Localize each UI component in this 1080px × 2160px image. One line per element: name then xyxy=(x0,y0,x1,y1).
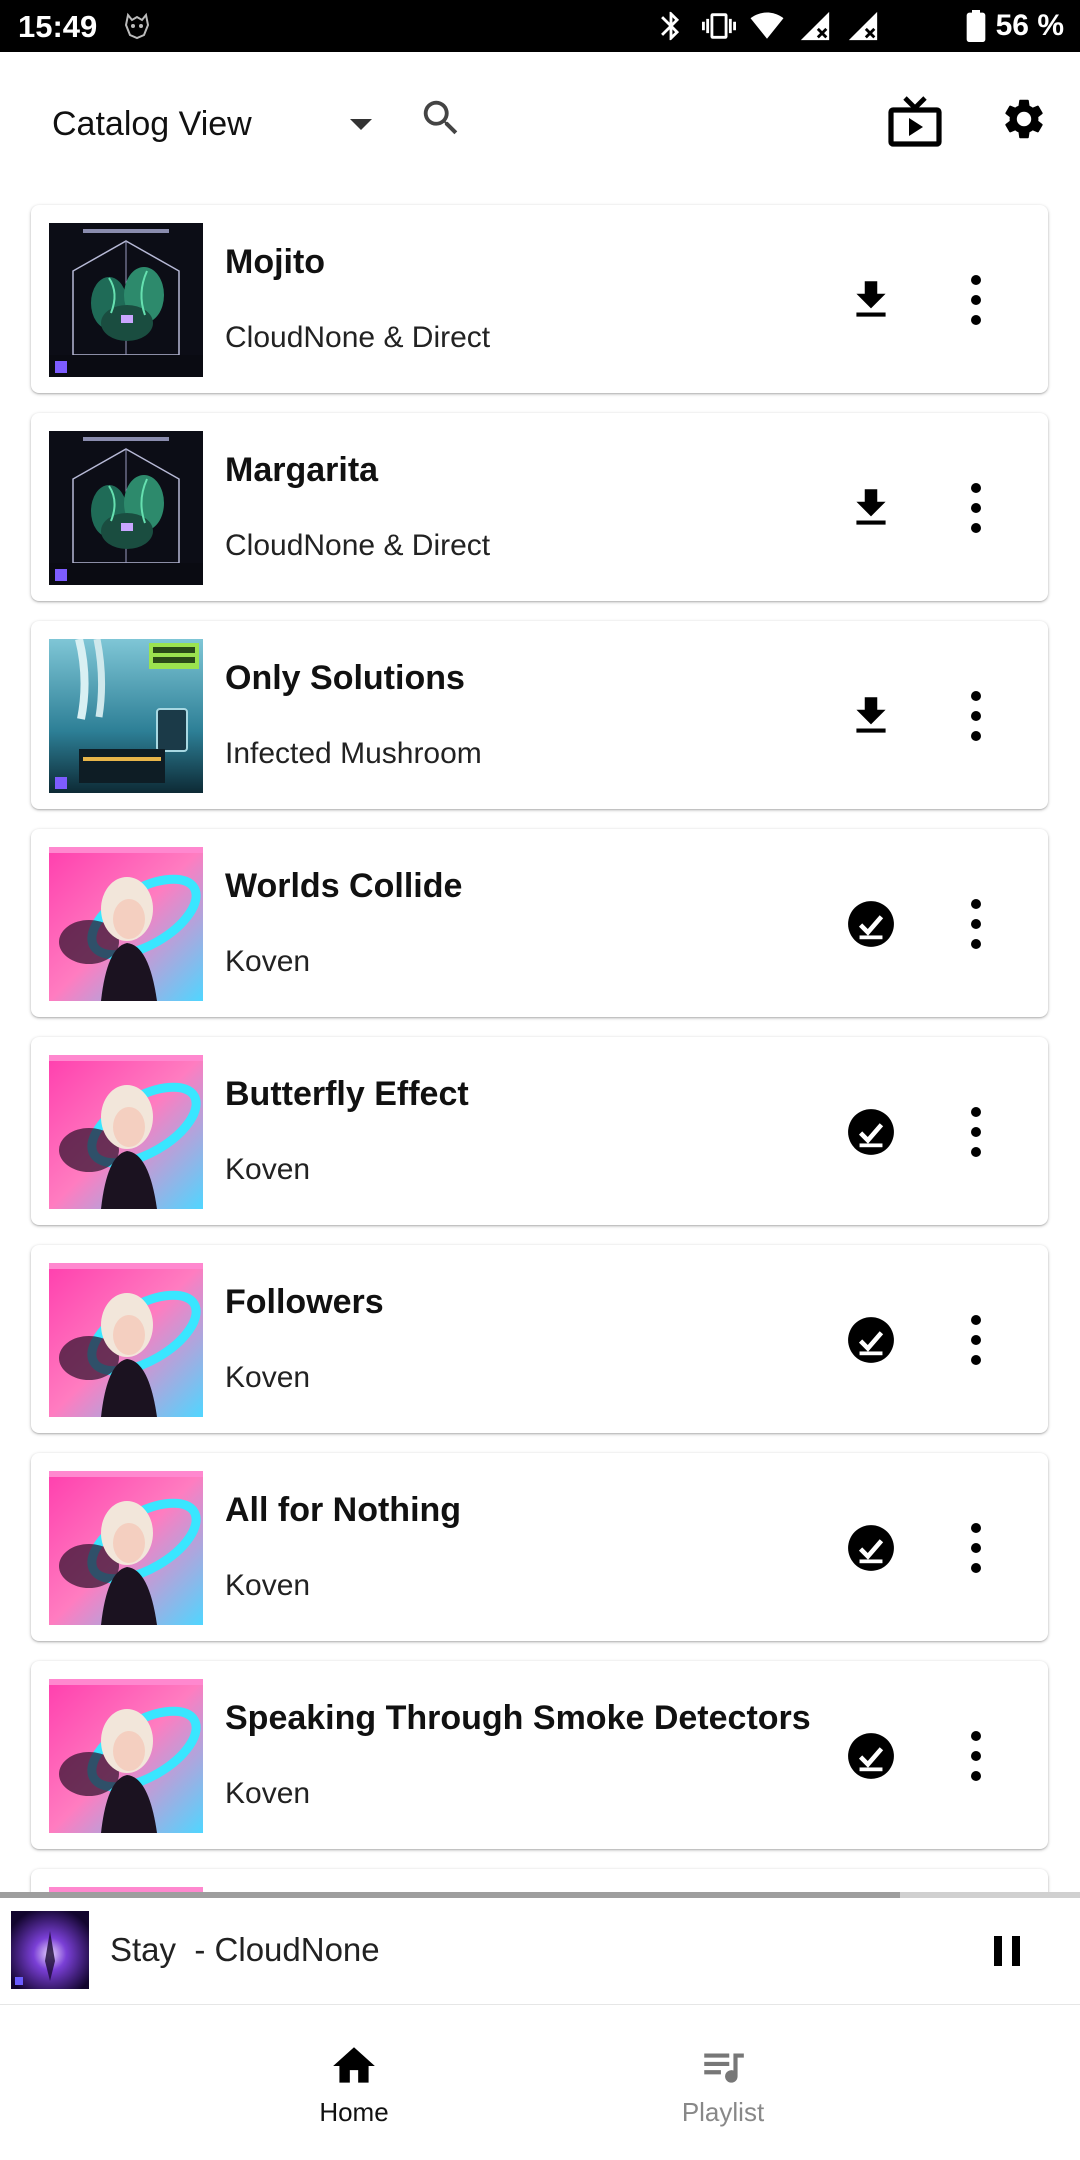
cast-tv-icon[interactable] xyxy=(887,96,943,148)
track-card[interactable]: Only Solutions Infected Mushroom xyxy=(31,621,1048,809)
mini-player[interactable]: Stay - CloudNone xyxy=(0,1898,1080,2005)
nav-playlist[interactable]: Playlist xyxy=(453,2005,993,2160)
album-art xyxy=(49,1055,203,1209)
track-card[interactable]: Followers Koven xyxy=(31,1245,1048,1433)
track-title: Mojito xyxy=(225,243,326,281)
more-options-icon[interactable] xyxy=(966,1729,986,1783)
view-select-label: Catalog View xyxy=(52,104,252,143)
track-card-partial[interactable] xyxy=(31,1869,1048,1892)
signal-icon xyxy=(800,11,830,41)
chevron-down-icon xyxy=(349,118,372,130)
vibrate-icon xyxy=(702,13,736,39)
album-art xyxy=(49,1679,203,1833)
more-options-icon[interactable] xyxy=(966,1313,986,1367)
track-title: Only Solutions xyxy=(225,659,465,697)
track-artist: Koven xyxy=(225,945,311,978)
track-title: Speaking Through Smoke Detectors xyxy=(225,1699,811,1737)
track-artist: Koven xyxy=(225,1361,311,1394)
album-art xyxy=(49,1263,203,1417)
track-title: Butterfly Effect xyxy=(225,1075,469,1113)
downloaded-check-icon[interactable] xyxy=(846,1523,896,1573)
search-icon[interactable] xyxy=(418,95,464,141)
album-art xyxy=(49,431,203,585)
bluetooth-icon xyxy=(661,11,680,41)
battery-percent: 56 % xyxy=(995,9,1064,42)
download-icon[interactable] xyxy=(846,275,896,325)
more-options-icon[interactable] xyxy=(966,689,986,743)
track-artist: Infected Mushroom xyxy=(225,737,482,770)
track-card[interactable]: Margarita CloudNone & Direct xyxy=(31,413,1048,601)
download-icon[interactable] xyxy=(846,691,896,741)
track-artist: CloudNone & Direct xyxy=(225,321,491,354)
home-icon xyxy=(329,2041,379,2091)
more-options-icon[interactable] xyxy=(966,897,986,951)
track-artist: Koven xyxy=(225,1569,311,1602)
now-playing-text: Stay - CloudNone xyxy=(110,1931,380,1968)
top-toolbar: Catalog View xyxy=(0,52,1080,187)
nav-playlist-label: Playlist xyxy=(681,2097,765,2127)
downloaded-check-icon[interactable] xyxy=(846,899,896,949)
battery-indicator: 56 % xyxy=(966,9,1064,43)
track-title: Worlds Collide xyxy=(225,867,463,905)
album-art xyxy=(49,639,203,793)
track-card[interactable]: Butterfly Effect Koven xyxy=(31,1037,1048,1225)
track-title: Margarita xyxy=(225,451,379,489)
battery-icon xyxy=(966,10,985,42)
app-notification-icon xyxy=(122,11,152,41)
wifi-icon xyxy=(750,12,784,39)
bottom-navigation: Home Playlist xyxy=(0,2005,1080,2160)
catalog-view-dropdown[interactable]: Catalog View xyxy=(52,96,372,152)
more-options-icon[interactable] xyxy=(966,481,986,535)
track-artist: Koven xyxy=(225,1153,311,1186)
track-card[interactable]: Worlds Collide Koven xyxy=(31,829,1048,1017)
settings-gear-icon[interactable] xyxy=(1000,95,1048,143)
more-options-icon[interactable] xyxy=(966,1105,986,1159)
album-art xyxy=(49,1471,203,1625)
track-card[interactable]: All for Nothing Koven xyxy=(31,1453,1048,1641)
track-title: Followers xyxy=(225,1283,384,1321)
more-options-icon[interactable] xyxy=(966,273,986,327)
playlist-icon xyxy=(698,2041,748,2091)
album-art xyxy=(49,223,203,377)
track-artist: Koven xyxy=(225,1777,311,1810)
signal-icon xyxy=(848,11,878,41)
pause-icon[interactable] xyxy=(992,1934,1022,1968)
status-icons xyxy=(654,9,880,43)
track-card[interactable]: Mojito CloudNone & Direct xyxy=(31,205,1048,393)
album-art xyxy=(49,847,203,1001)
track-artist: CloudNone & Direct xyxy=(225,529,491,562)
downloaded-check-icon[interactable] xyxy=(846,1731,896,1781)
status-bar: 15:49 56 % xyxy=(0,0,1080,52)
status-time: 15:49 xyxy=(18,9,98,44)
download-icon[interactable] xyxy=(846,483,896,533)
track-list[interactable]: Mojito CloudNone & Direct Margarita Clou… xyxy=(0,187,1080,1892)
downloaded-check-icon[interactable] xyxy=(846,1315,896,1365)
downloaded-check-icon[interactable] xyxy=(846,1107,896,1157)
track-card[interactable]: Speaking Through Smoke Detectors Koven xyxy=(31,1661,1048,1849)
track-title: All for Nothing xyxy=(225,1491,462,1529)
more-options-icon[interactable] xyxy=(966,1521,986,1575)
now-playing-album-art xyxy=(11,1911,89,1989)
